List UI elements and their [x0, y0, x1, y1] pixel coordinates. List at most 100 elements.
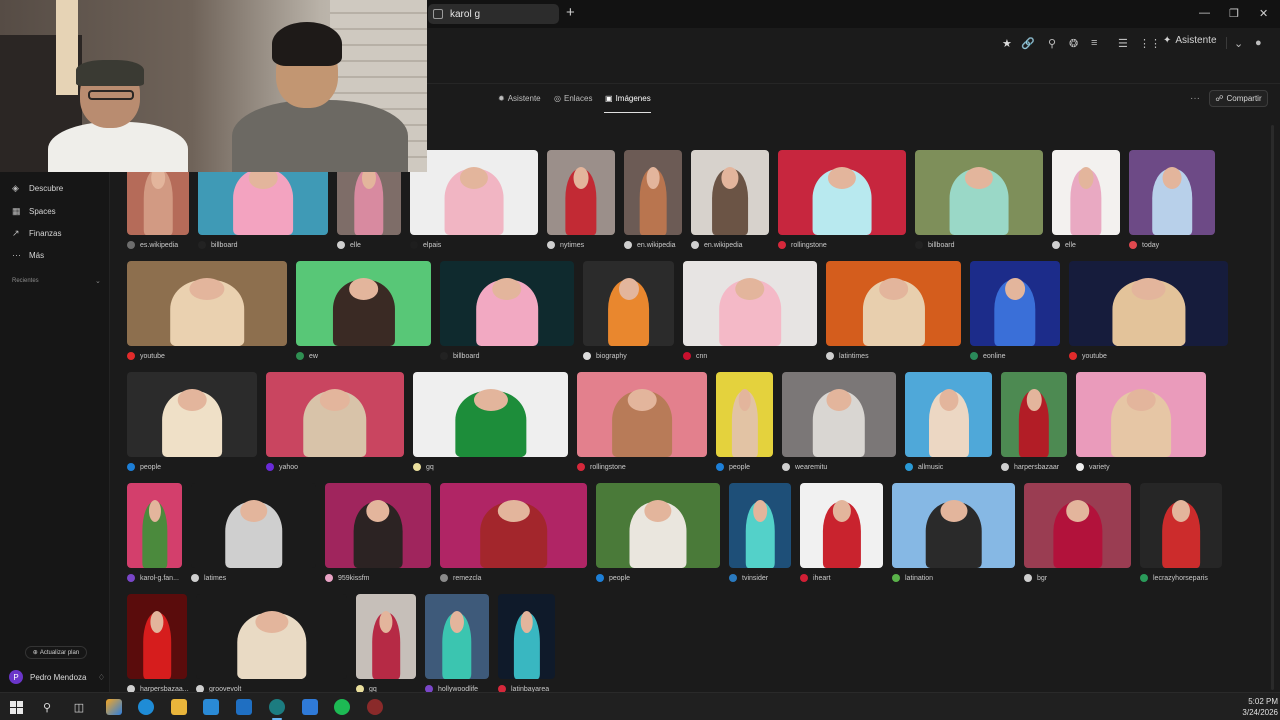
image-source[interactable]: people: [596, 574, 630, 582]
image-source[interactable]: tvinsider: [729, 574, 768, 582]
image-result[interactable]: en.wikipedia: [624, 150, 682, 251]
zoom-search-icon[interactable]: ⚲: [1048, 37, 1056, 50]
image-source[interactable]: es.wikipedia: [127, 241, 178, 249]
tab-asistente[interactable]: ✹ Asistente: [498, 94, 541, 103]
image-source[interactable]: harpersbazaar: [1001, 463, 1059, 471]
image-thumbnail[interactable]: [1052, 150, 1120, 235]
translate-icon[interactable]: ≡: [1091, 37, 1097, 49]
image-source[interactable]: wearemitu: [782, 463, 827, 471]
image-thumbnail[interactable]: [410, 150, 538, 235]
image-thumbnail[interactable]: [826, 261, 961, 346]
edge-icon[interactable]: [138, 699, 154, 715]
search-icon[interactable]: ⚲: [39, 699, 55, 715]
recientes-heading[interactable]: Recientes: [12, 278, 39, 284]
image-source[interactable]: rollingstone: [577, 463, 626, 471]
image-source[interactable]: 959kissfm: [325, 574, 370, 582]
image-result[interactable]: iheart: [800, 483, 883, 584]
image-source[interactable]: youtube: [127, 352, 165, 360]
star-icon[interactable]: ★: [1002, 37, 1012, 50]
image-result[interactable]: tvinsider: [729, 483, 791, 584]
browser-app-icon[interactable]: [269, 699, 285, 715]
image-thumbnail[interactable]: [127, 261, 287, 346]
image-thumbnail[interactable]: [127, 483, 182, 568]
image-source[interactable]: latintimes: [826, 352, 869, 360]
image-thumbnail[interactable]: [583, 261, 674, 346]
image-result[interactable]: latination: [892, 483, 1015, 584]
image-source[interactable]: people: [127, 463, 161, 471]
upgrade-plan-button[interactable]: ⊕ Actualizar plan: [25, 646, 87, 659]
image-result[interactable]: wearemitu: [782, 372, 896, 473]
tab-enlaces[interactable]: ◎ Enlaces: [554, 94, 592, 103]
scrollbar[interactable]: [1271, 125, 1274, 690]
system-clock[interactable]: 5:02 PM 3/24/2026: [1232, 696, 1278, 718]
image-source[interactable]: rollingstone: [778, 241, 827, 249]
image-thumbnail[interactable]: [716, 372, 773, 457]
image-source[interactable]: billboard: [198, 241, 237, 249]
image-thumbnail[interactable]: [683, 261, 817, 346]
image-thumbnail[interactable]: [624, 150, 682, 235]
image-result[interactable]: karol-g.fan...: [127, 483, 182, 584]
image-source[interactable]: people: [716, 463, 750, 471]
sidebar-item-mas[interactable]: ··· Más: [12, 250, 44, 260]
image-result[interactable]: youtube: [1069, 261, 1228, 362]
image-thumbnail[interactable]: [1129, 150, 1215, 235]
image-thumbnail[interactable]: [191, 483, 316, 568]
image-result[interactable]: nytimes: [547, 150, 615, 251]
assistant-button[interactable]: ✦ Asistente: [1163, 35, 1217, 46]
image-source[interactable]: yahoo: [266, 463, 298, 471]
image-result[interactable]: allmusic: [905, 372, 992, 473]
image-source[interactable]: bgr: [1024, 574, 1047, 582]
sidebar-item-descubre[interactable]: ◈ Descubre: [12, 183, 63, 194]
image-result[interactable]: bgr: [1024, 483, 1131, 584]
image-result[interactable]: cnn: [683, 261, 817, 362]
image-source[interactable]: elle: [1052, 241, 1076, 249]
image-result[interactable]: billboard: [915, 150, 1043, 251]
image-source[interactable]: nytimes: [547, 241, 584, 249]
image-result[interactable]: people: [127, 372, 257, 473]
image-thumbnail[interactable]: [547, 150, 615, 235]
image-thumbnail[interactable]: [127, 594, 187, 679]
image-thumbnail[interactable]: [1069, 261, 1228, 346]
image-result[interactable]: ew: [296, 261, 431, 362]
share-button[interactable]: ☍ Compartir: [1209, 90, 1268, 107]
image-thumbnail[interactable]: [196, 594, 347, 679]
image-thumbnail[interactable]: [413, 372, 568, 457]
chevron-down-icon[interactable]: ⌄: [1234, 37, 1243, 50]
image-source[interactable]: en.wikipedia: [624, 241, 676, 249]
tab-imagenes[interactable]: ▣ Imágenes: [605, 94, 651, 103]
image-thumbnail[interactable]: [691, 150, 769, 235]
image-source[interactable]: variety: [1076, 463, 1110, 471]
image-thumbnail[interactable]: [577, 372, 707, 457]
image-source[interactable]: ew: [296, 352, 318, 360]
more-options-icon[interactable]: ···: [1190, 93, 1200, 104]
image-thumbnail[interactable]: [800, 483, 883, 568]
image-thumbnail[interactable]: [356, 594, 416, 679]
image-thumbnail[interactable]: [1076, 372, 1206, 457]
new-tab-button[interactable]: +: [566, 4, 575, 21]
image-result[interactable]: en.wikipedia: [691, 150, 769, 251]
image-result[interactable]: harpersbazaar: [1001, 372, 1067, 473]
image-result[interactable]: eonline: [970, 261, 1060, 362]
image-result[interactable]: yahoo: [266, 372, 404, 473]
outlook-icon[interactable]: [236, 699, 252, 715]
obs-icon[interactable]: [367, 699, 383, 715]
image-result[interactable]: people: [716, 372, 773, 473]
close-icon[interactable]: ✕: [1259, 7, 1268, 20]
image-result[interactable]: gq: [356, 594, 416, 695]
image-result[interactable]: biography: [583, 261, 674, 362]
image-source[interactable]: elle: [337, 241, 361, 249]
image-result[interactable]: lecrazyhorseparis: [1140, 483, 1222, 584]
bell-icon[interactable]: ♢: [98, 673, 105, 682]
image-thumbnail[interactable]: [127, 372, 257, 457]
windows-start-icon[interactable]: [8, 699, 24, 715]
image-thumbnail[interactable]: [296, 261, 431, 346]
image-result[interactable]: remezcla: [440, 483, 587, 584]
image-thumbnail[interactable]: [425, 594, 489, 679]
sidebar-item-spaces[interactable]: ▦ Spaces: [12, 206, 56, 217]
image-result[interactable]: latinbayarea: [498, 594, 555, 695]
sidebar-item-finanzas[interactable]: ↗ Finanzas: [12, 228, 61, 239]
image-result[interactable]: elpais: [410, 150, 538, 251]
image-thumbnail[interactable]: [905, 372, 992, 457]
image-result[interactable]: youtube: [127, 261, 287, 362]
image-thumbnail[interactable]: [440, 261, 574, 346]
